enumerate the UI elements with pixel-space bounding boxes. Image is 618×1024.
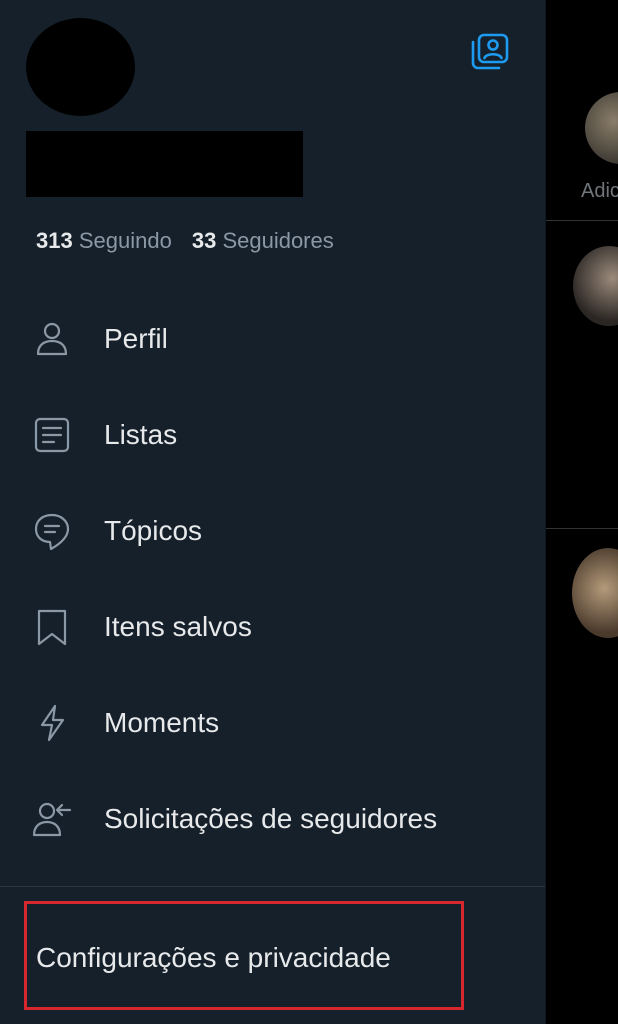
person-icon — [32, 319, 72, 359]
display-name-redacted[interactable] — [26, 131, 303, 197]
menu-item-profile[interactable]: Perfil — [0, 290, 545, 386]
menu-item-bookmarks[interactable]: Itens salvos — [0, 578, 545, 674]
menu-item-moments[interactable]: Moments — [0, 674, 545, 770]
following-stat[interactable]: 313 Seguindo — [36, 228, 172, 253]
lightning-icon — [32, 703, 72, 743]
list-icon — [32, 415, 72, 455]
avatar[interactable] — [26, 18, 135, 116]
menu-item-follower-requests[interactable]: Solicitações de seguidores — [0, 770, 545, 866]
topics-icon — [32, 511, 72, 551]
timeline-add-label: Adic — [581, 180, 618, 202]
menu-item-label: Moments — [104, 707, 220, 738]
menu-item-label: Tópicos — [104, 515, 203, 546]
menu-item-label: Listas — [104, 419, 178, 450]
menu-item-lists[interactable]: Listas — [0, 386, 545, 482]
background-timeline: Adic — [545, 0, 618, 1024]
timeline-divider — [545, 528, 618, 529]
followers-stat[interactable]: 33 Seguidores — [192, 228, 334, 253]
menu-item-label: Perfil — [104, 323, 168, 354]
follower-requests-icon — [32, 799, 72, 839]
switch-accounts-icon[interactable] — [470, 32, 510, 72]
menu-item-label: Solicitações de seguidores — [104, 803, 438, 834]
settings-and-privacy-link[interactable]: Configurações e privacidade — [24, 902, 464, 1011]
followers-count: 33 — [191, 228, 217, 253]
timeline-avatar[interactable] — [573, 246, 618, 326]
following-label: Seguindo — [78, 228, 172, 253]
bookmark-icon — [32, 607, 72, 647]
settings-label: Configurações e privacidade — [36, 942, 391, 973]
timeline-avatar[interactable] — [585, 92, 618, 164]
divider — [0, 886, 545, 887]
navigation-drawer: 313 Seguindo 33 Seguidores Perfil Listas — [0, 0, 546, 1024]
followers-label: Seguidores — [222, 228, 334, 253]
menu-item-label: Itens salvos — [104, 611, 252, 642]
timeline-avatar[interactable] — [572, 548, 618, 638]
timeline-divider — [545, 220, 618, 221]
follow-stats: 313 Seguindo 33 Seguidores — [36, 228, 334, 254]
menu-item-topics[interactable]: Tópicos — [0, 482, 545, 578]
following-count: 313 — [36, 228, 73, 253]
